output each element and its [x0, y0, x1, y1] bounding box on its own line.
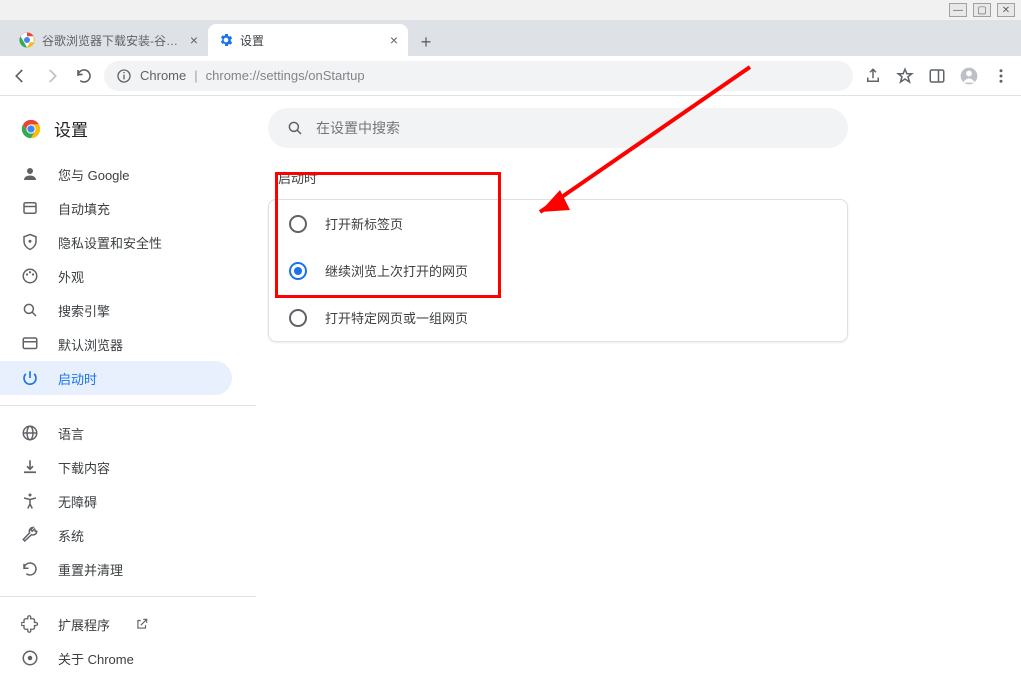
radio-button[interactable]	[289, 309, 307, 327]
close-window-button[interactable]: ✕	[997, 3, 1015, 17]
search-input[interactable]	[316, 120, 830, 136]
sidebar-item-label: 下载内容	[58, 458, 110, 477]
tab-strip: 谷歌浏览器下载安装-谷歌浏览器 × 设置 × +	[0, 20, 1021, 56]
sidebar-item-globe[interactable]: 语言	[0, 416, 232, 450]
tab-title: 设置	[240, 32, 384, 49]
sidebar-item-label: 自动填充	[58, 199, 110, 218]
menu-icon[interactable]	[989, 64, 1013, 88]
search-icon	[286, 119, 304, 137]
sidebar-header: 设置	[0, 108, 256, 157]
chrome-favicon-icon	[18, 31, 36, 49]
sidebar-item-palette[interactable]: 外观	[0, 259, 232, 293]
close-tab-icon[interactable]: ×	[390, 32, 398, 48]
sidebar-item-label: 无障碍	[58, 492, 97, 511]
settings-sidebar: 设置 您与 Google 自动填充隐私设置和安全性外观搜索引擎默认浏览器启动时 语…	[0, 96, 256, 667]
shield-icon	[20, 232, 40, 252]
url-path: chrome://settings/onStartup	[206, 68, 365, 83]
startup-option-1[interactable]: 继续浏览上次打开的网页	[269, 247, 847, 294]
sidebar-item-label: 语言	[58, 424, 84, 443]
sidebar-item-person[interactable]: 您与 Google	[0, 157, 232, 191]
startup-option-0[interactable]: 打开新标签页	[269, 200, 847, 247]
accessibility-icon	[20, 491, 40, 511]
sidebar-item-reset[interactable]: 重置并清理	[0, 552, 232, 586]
sidebar-item-wrench[interactable]: 系统	[0, 518, 232, 552]
sidebar-item-about[interactable]: 关于 Chrome	[0, 641, 232, 675]
startup-option-2[interactable]: 打开特定网页或一组网页	[269, 294, 847, 341]
sidebar-item-shield[interactable]: 隐私设置和安全性	[0, 225, 232, 259]
site-info-icon[interactable]	[116, 68, 132, 84]
browser-icon	[20, 334, 40, 354]
sidebar-item-label: 外观	[58, 267, 84, 286]
reload-button[interactable]	[72, 64, 96, 88]
nav-divider	[0, 405, 256, 406]
browser-tab-0[interactable]: 谷歌浏览器下载安装-谷歌浏览器 ×	[8, 24, 208, 56]
sidebar-item-label: 关于 Chrome	[58, 649, 134, 668]
sidebar-item-label: 扩展程序	[58, 615, 110, 634]
radio-button[interactable]	[289, 262, 307, 280]
sidebar-item-accessibility[interactable]: 无障碍	[0, 484, 232, 518]
side-panel-icon[interactable]	[925, 64, 949, 88]
reset-icon	[20, 559, 40, 579]
sidebar-item-label: 隐私设置和安全性	[58, 233, 162, 252]
autofill-icon	[20, 198, 40, 218]
window-titlebar: — ▢ ✕	[0, 0, 1021, 20]
option-label: 打开特定网页或一组网页	[325, 308, 468, 327]
globe-icon	[20, 423, 40, 443]
minimize-button[interactable]: —	[949, 3, 967, 17]
radio-button[interactable]	[289, 215, 307, 233]
sidebar-item-label: 默认浏览器	[58, 335, 123, 354]
back-button[interactable]	[8, 64, 32, 88]
browser-toolbar: Chrome | chrome://settings/onStartup	[0, 56, 1021, 96]
page-title: 设置	[54, 116, 88, 141]
option-label: 打开新标签页	[325, 214, 403, 233]
external-link-icon	[132, 614, 152, 634]
search-icon	[20, 300, 40, 320]
palette-icon	[20, 266, 40, 286]
maximize-button[interactable]: ▢	[973, 3, 991, 17]
settings-search[interactable]	[268, 108, 848, 148]
close-tab-icon[interactable]: ×	[190, 32, 198, 48]
sidebar-item-label: 重置并清理	[58, 560, 123, 579]
sidebar-item-autofill[interactable]: 自动填充	[0, 191, 232, 225]
download-icon	[20, 457, 40, 477]
extension-icon	[20, 614, 40, 634]
wrench-icon	[20, 525, 40, 545]
address-bar[interactable]: Chrome | chrome://settings/onStartup	[104, 61, 853, 91]
nav-divider	[0, 596, 256, 597]
profile-icon[interactable]	[957, 64, 981, 88]
power-icon	[20, 368, 40, 388]
url-origin: Chrome	[140, 68, 186, 83]
forward-button[interactable]	[40, 64, 64, 88]
bookmark-icon[interactable]	[893, 64, 917, 88]
new-tab-button[interactable]: +	[412, 28, 440, 56]
url-separator: |	[194, 68, 197, 83]
sidebar-item-power[interactable]: 启动时	[0, 361, 232, 395]
sidebar-item-label: 您与 Google	[58, 165, 130, 184]
settings-main: 启动时 打开新标签页继续浏览上次打开的网页打开特定网页或一组网页	[256, 96, 1021, 667]
startup-options-card: 打开新标签页继续浏览上次打开的网页打开特定网页或一组网页	[268, 199, 848, 342]
sidebar-item-label: 启动时	[58, 369, 97, 388]
sidebar-item-browser[interactable]: 默认浏览器	[0, 327, 232, 361]
about-icon	[20, 648, 40, 668]
settings-page: 设置 您与 Google自动填充隐私设置和安全性外观搜索引擎默认浏览器启动时 语…	[0, 96, 1021, 667]
chrome-logo-icon	[20, 118, 42, 140]
sidebar-item-download[interactable]: 下载内容	[0, 450, 232, 484]
tab-title: 谷歌浏览器下载安装-谷歌浏览器	[42, 32, 184, 49]
sidebar-item-label: 系统	[58, 526, 84, 545]
share-icon[interactable]	[861, 64, 885, 88]
sidebar-item-label: 搜索引擎	[58, 301, 110, 320]
option-label: 继续浏览上次打开的网页	[325, 261, 468, 280]
sidebar-item-search[interactable]: 搜索引擎	[0, 293, 232, 327]
section-title: 启动时	[278, 168, 981, 187]
browser-tab-1[interactable]: 设置 ×	[208, 24, 408, 56]
sidebar-item-extension[interactable]: 扩展程序	[0, 607, 232, 641]
settings-favicon-icon	[218, 32, 234, 48]
person-icon	[20, 164, 40, 184]
